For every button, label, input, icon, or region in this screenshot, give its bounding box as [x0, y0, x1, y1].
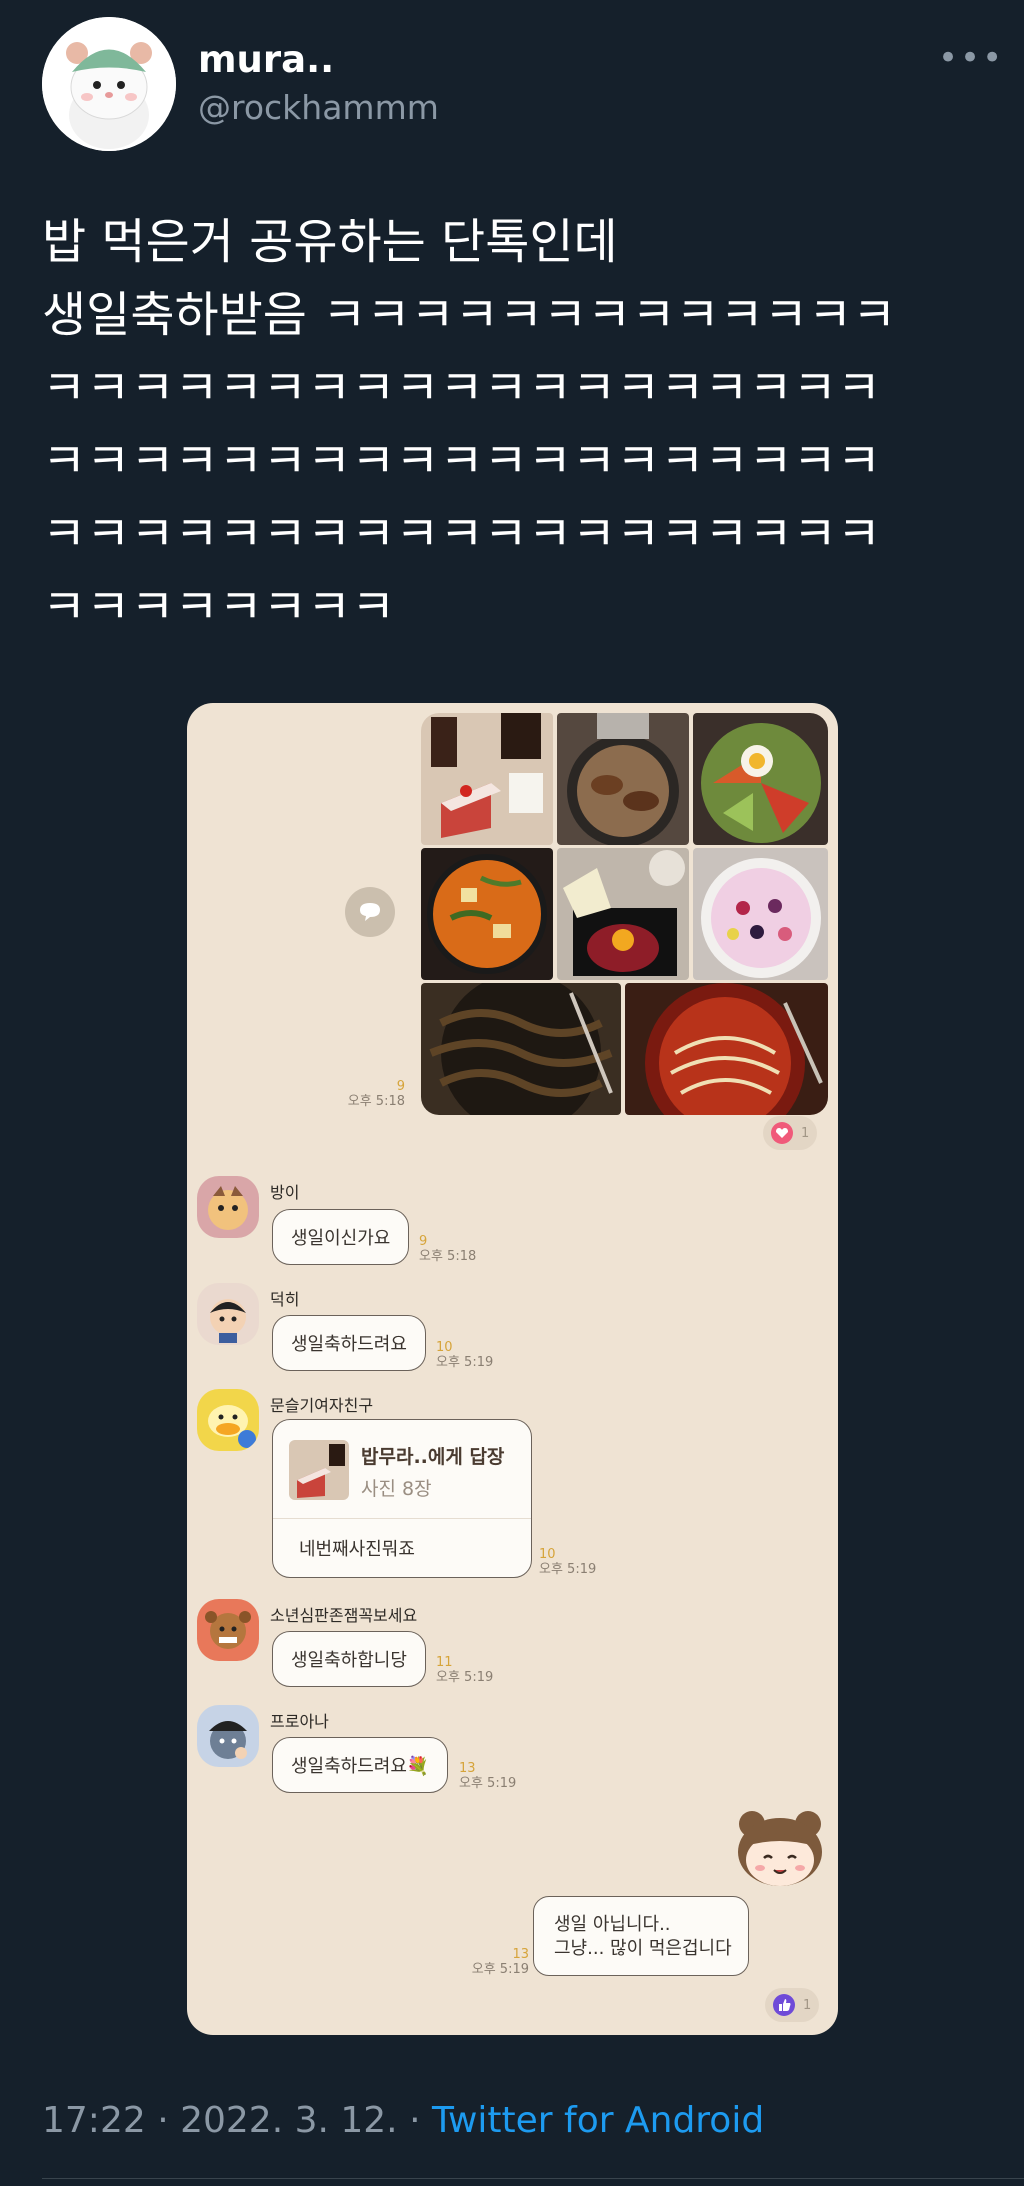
- unread-count: 11: [436, 1655, 453, 1670]
- source-link[interactable]: Twitter for Android: [432, 2100, 764, 2141]
- food-photo-jjajang[interactable]: [421, 983, 621, 1115]
- profile-avatar[interactable]: [42, 17, 176, 151]
- avatar-sonyeon[interactable]: [197, 1599, 259, 1661]
- share-icon: [345, 887, 395, 937]
- sender-name: 문슬기여자친구: [270, 1396, 374, 1415]
- kakao-friend-icon: [208, 1186, 248, 1230]
- kakao-friend-icon: [208, 1405, 256, 1448]
- food-photo-grill[interactable]: [557, 713, 689, 845]
- chat-bubble: 생일축하드려요💐: [272, 1737, 449, 1793]
- food-photo-stew[interactable]: [421, 848, 553, 980]
- hamster-avatar-icon: [42, 17, 176, 151]
- unread-count: 10: [436, 1340, 453, 1355]
- bear-girl-sticker-icon: [738, 1811, 822, 1886]
- reply-subtitle: 사진 8장: [361, 1478, 432, 1500]
- message-meta: 10 오후 5:19: [539, 1547, 596, 1577]
- unread-count: 9: [396, 1079, 405, 1094]
- user-handle[interactable]: @rockhammm: [198, 88, 439, 127]
- kakao-friend-icon: [210, 1299, 246, 1343]
- kakao-friend-icon: [205, 1611, 251, 1649]
- sender-name: 방이: [270, 1183, 300, 1202]
- own-message-line2: 그냥... 많이 먹은겁니다: [554, 1938, 732, 1959]
- reply-divider: [273, 1518, 531, 1519]
- time-date[interactable]: 17:22 · 2022. 3. 12. ·: [42, 2100, 432, 2141]
- message-time: 오후 5:19: [539, 1562, 597, 1577]
- message-time: 오후 5:18: [419, 1249, 477, 1264]
- reaction-count: 1: [801, 1125, 810, 1141]
- tweet-text: 밥 먹은거 공유하는 단톡인데 생일축하받음 ㅋㅋㅋㅋㅋㅋㅋㅋㅋㅋㅋㅋㅋ ㅋㅋㅋ…: [42, 214, 897, 635]
- unread-count: 9: [419, 1234, 428, 1249]
- thumbs-up-icon: [773, 1994, 795, 2016]
- reply-card[interactable]: 밥무라..에게 답장 사진 8장 네번째사진뭐죠: [272, 1419, 532, 1578]
- food-photo-cake[interactable]: [421, 713, 553, 845]
- more-options-icon[interactable]: •••: [938, 38, 1004, 78]
- heart-icon: [771, 1122, 793, 1144]
- photo-post-meta: 9 오후 5:18: [337, 1079, 405, 1109]
- avatar-munseulgi[interactable]: [197, 1389, 259, 1451]
- message-time: 오후 5:18: [347, 1094, 405, 1109]
- chat-bubble: 생일축하합니당: [272, 1631, 426, 1687]
- avatar-proana[interactable]: [197, 1705, 259, 1767]
- tweet-timestamp: 17:22 · 2022. 3. 12. · Twitter for Andro…: [42, 2100, 764, 2141]
- thumbs-up-reaction[interactable]: 1: [765, 1988, 820, 2022]
- bear-girl-sticker: [730, 1808, 830, 1890]
- unread-count: 10: [539, 1547, 556, 1562]
- food-photo-bibimnaengmyeon[interactable]: [625, 983, 828, 1115]
- food-photo-hwachae[interactable]: [693, 848, 828, 980]
- sender-name: 프로아나: [270, 1712, 329, 1731]
- unread-count: 13: [512, 1947, 529, 1962]
- reply-body: 네번째사진뭐죠: [299, 1539, 415, 1560]
- heart-reaction[interactable]: 1: [763, 1116, 818, 1150]
- display-name[interactable]: mura..: [198, 38, 334, 81]
- reply-title: 밥무라..에게 답장: [361, 1446, 505, 1468]
- sender-name: 소년심판존잼꼭보세요: [270, 1606, 418, 1625]
- kakao-friend-icon: [209, 1721, 247, 1759]
- own-message-meta: 13 오후 5:19: [449, 1947, 529, 1977]
- divider: [42, 2178, 1024, 2179]
- food-photo-yukhoe[interactable]: [557, 848, 689, 980]
- own-chat-bubble: 생일 아닙니다.. 그냥... 많이 먹은겁니다: [533, 1896, 749, 1976]
- own-message-line1: 생일 아닙니다..: [554, 1914, 671, 1935]
- message-time: 오후 5:19: [459, 1776, 517, 1791]
- unread-count: 13: [459, 1761, 476, 1776]
- chat-bubble: 생일이신가요: [272, 1209, 410, 1265]
- message-time: 오후 5:19: [436, 1670, 494, 1685]
- avatar-deokhi[interactable]: [197, 1283, 259, 1345]
- message-meta: 11 오후 5:19: [436, 1655, 493, 1685]
- message-meta: 10 오후 5:19: [436, 1340, 493, 1370]
- message-meta: 13 오후 5:19: [459, 1761, 516, 1791]
- reaction-count: 1: [803, 1997, 812, 2013]
- food-photo-bibimbap[interactable]: [693, 713, 828, 845]
- tweet-media-image[interactable]: 9 오후 5:18 1 방이 생일이신가요 9 오후 5:18 덕히 생일축하드…: [187, 703, 838, 2035]
- avatar-bangi[interactable]: [197, 1176, 259, 1238]
- reply-thumbnail: [289, 1440, 349, 1500]
- message-meta: 9 오후 5:18: [419, 1234, 476, 1264]
- message-time: 오후 5:19: [471, 1962, 529, 1977]
- sender-name: 덕히: [270, 1290, 300, 1309]
- chat-bubble: 생일축하드려요: [272, 1315, 426, 1371]
- message-time: 오후 5:19: [436, 1355, 494, 1370]
